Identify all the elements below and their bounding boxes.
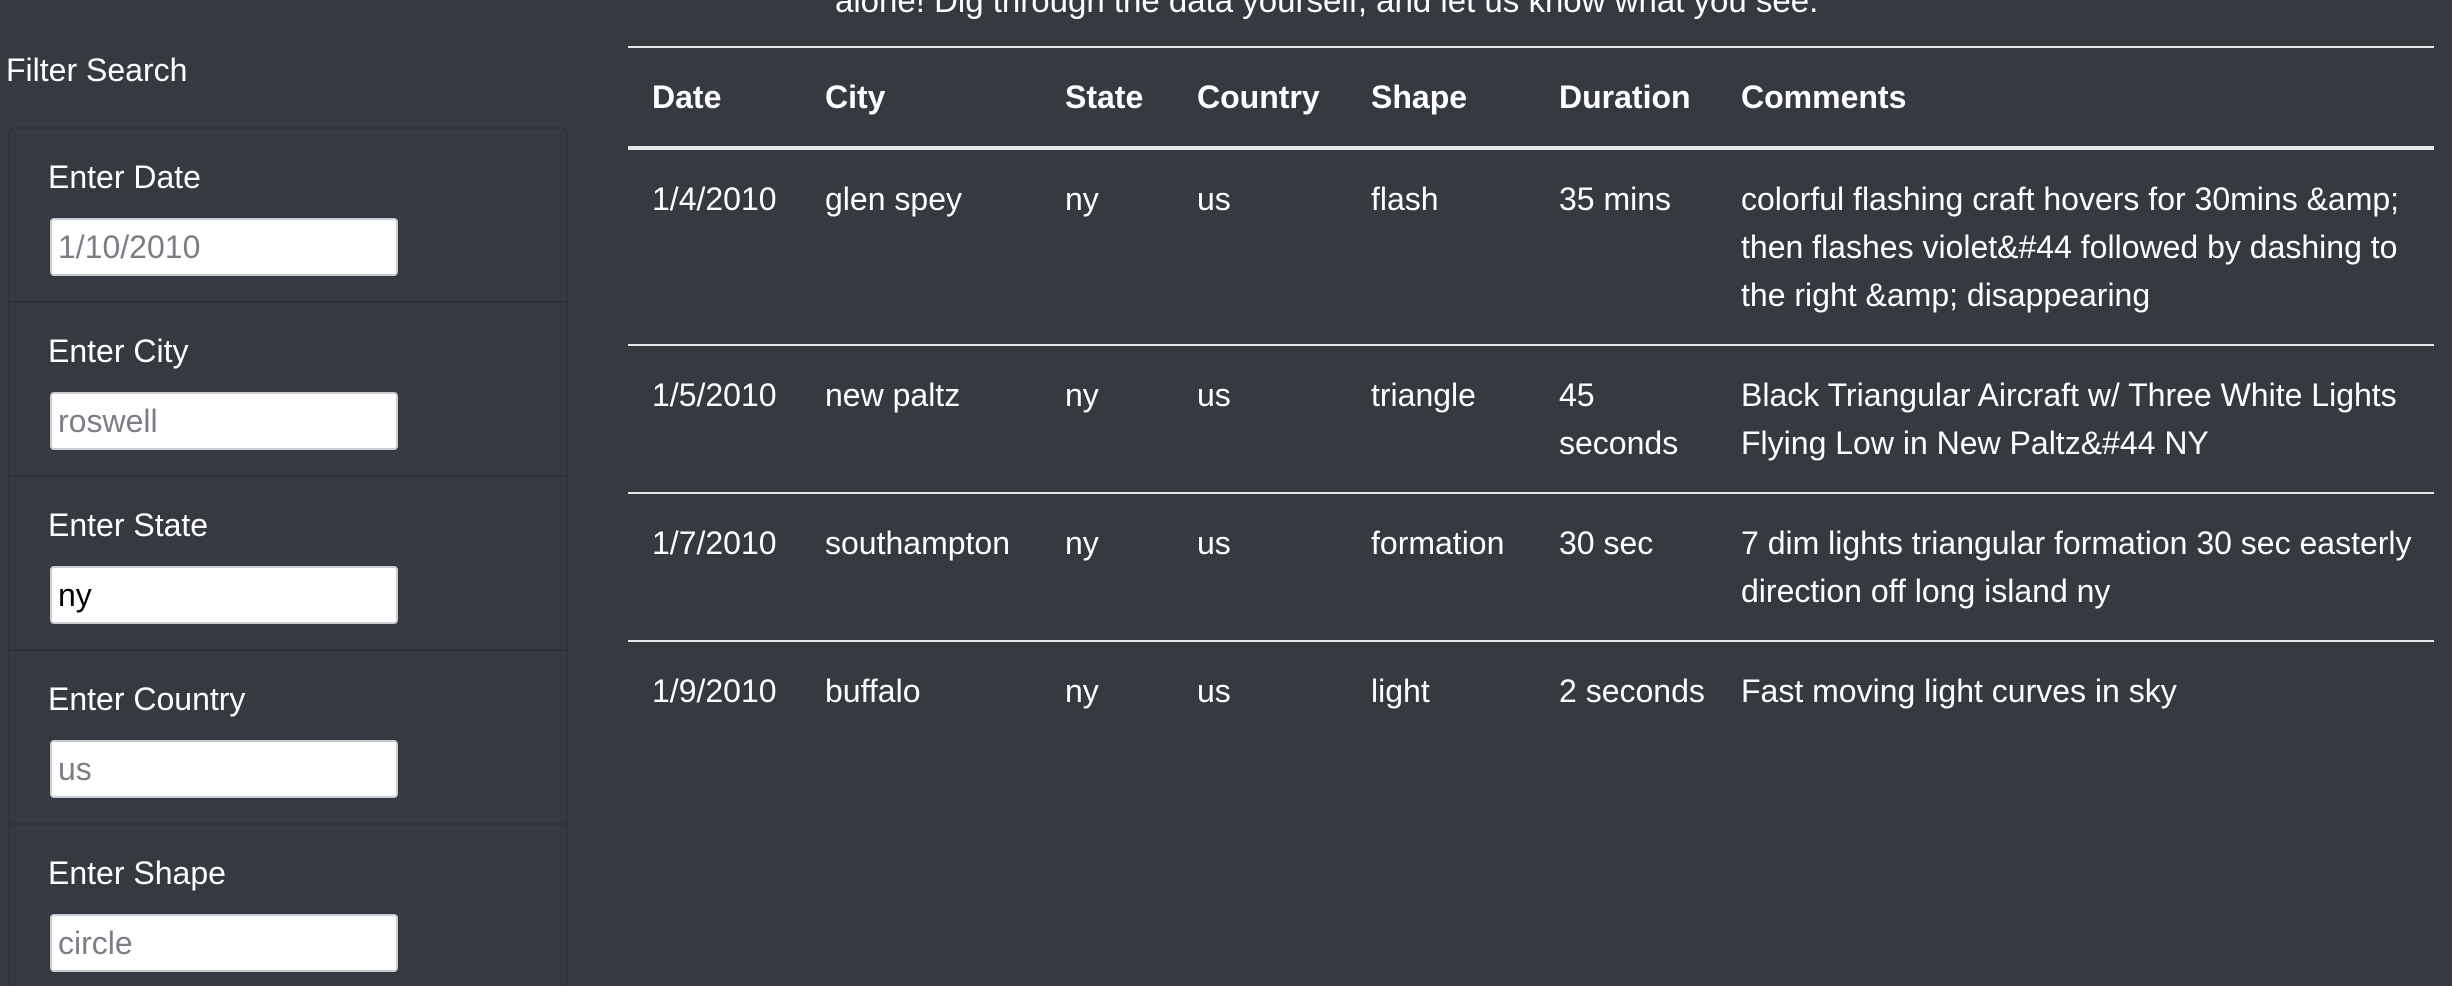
column-header-shape: Shape <box>1347 46 1535 150</box>
cell-duration: 45 seconds <box>1535 345 1717 494</box>
cell-state: ny <box>1041 493 1173 642</box>
cell-shape: formation <box>1347 493 1535 642</box>
cell-country: us <box>1173 148 1347 346</box>
filter-item-date: Enter Date <box>10 129 566 303</box>
column-header-duration: Duration <box>1535 46 1717 150</box>
filter-item-country: Enter Country <box>10 651 566 825</box>
column-header-state: State <box>1041 46 1173 150</box>
filter-item-state: Enter State <box>10 477 566 651</box>
table-row: 1/7/2010 southampton ny us formation 30 … <box>628 493 2434 642</box>
shape-filter-label: Enter Shape <box>48 855 226 891</box>
cell-state: ny <box>1065 673 1099 709</box>
city-filter-label: Enter City <box>48 333 189 369</box>
cell-duration: 2 seconds <box>1559 673 1705 709</box>
city-filter-input[interactable] <box>50 392 398 450</box>
cell-shape: light <box>1371 673 1430 709</box>
cell-comments: 7 dim lights triangular formation 30 sec… <box>1717 493 2434 642</box>
page: alone! Dig through the data yourself, an… <box>0 0 2452 986</box>
cell-city: southampton <box>801 493 1041 642</box>
filter-list: Enter Date Enter City Enter State Enter … <box>8 127 568 986</box>
cell-date: 1/7/2010 <box>628 493 801 642</box>
cell-state: ny <box>1041 148 1173 346</box>
cell-city: new paltz <box>801 345 1041 494</box>
column-header-comments: Comments <box>1717 46 2434 150</box>
column-header-city: City <box>801 46 1041 150</box>
shape-filter-input[interactable] <box>50 914 398 972</box>
ufo-results-table: Date City State Country Shape Duration C… <box>628 46 2434 740</box>
cell-duration: 35 mins <box>1535 148 1717 346</box>
country-filter-label: Enter Country <box>48 681 246 717</box>
cell-city: glen spey <box>801 148 1041 346</box>
cell-city: buffalo <box>825 673 921 709</box>
cell-shape: triangle <box>1347 345 1535 494</box>
column-header-country: Country <box>1173 46 1347 150</box>
cell-comments: Black Triangular Aircraft w/ Three White… <box>1717 345 2434 494</box>
filter-search-title: Filter Search <box>6 52 188 88</box>
results-table-container: Date City State Country Shape Duration C… <box>628 46 2434 740</box>
cell-duration: 30 sec <box>1535 493 1717 642</box>
cell-country: us <box>1173 345 1347 494</box>
filter-item-city: Enter City <box>10 303 566 477</box>
cell-comments: Fast moving light curves in sky <box>1741 673 2177 709</box>
country-filter-input[interactable] <box>50 740 398 798</box>
state-filter-label: Enter State <box>48 507 209 543</box>
table-row: 1/4/2010 glen spey ny us flash 35 mins c… <box>628 148 2434 346</box>
filter-item-shape: Enter Shape <box>10 825 566 986</box>
state-filter-input[interactable] <box>50 566 398 624</box>
table-header-row: Date City State Country Shape Duration C… <box>628 46 2434 150</box>
cell-date: 1/4/2010 <box>628 148 801 346</box>
intro-text: alone! Dig through the data yourself, an… <box>835 0 1819 19</box>
column-header-date: Date <box>628 46 801 150</box>
cell-country: us <box>1173 493 1347 642</box>
cell-shape: flash <box>1347 148 1535 346</box>
table-row: 1/5/2010 new paltz ny us triangle 45 sec… <box>628 345 2434 494</box>
table-row: 1/9/2010 buffalo ny us light 2 seconds F… <box>628 641 2434 740</box>
date-filter-label: Enter Date <box>48 159 201 195</box>
cell-comments: colorful flashing craft hovers for 30min… <box>1717 148 2434 346</box>
cell-country: us <box>1197 673 1231 709</box>
filter-sidebar: Filter Search Enter Date Enter City Ente… <box>0 0 575 986</box>
cell-date: 1/9/2010 <box>652 673 777 709</box>
cell-state: ny <box>1041 345 1173 494</box>
cell-date: 1/5/2010 <box>628 345 801 494</box>
date-filter-input[interactable] <box>50 218 398 276</box>
